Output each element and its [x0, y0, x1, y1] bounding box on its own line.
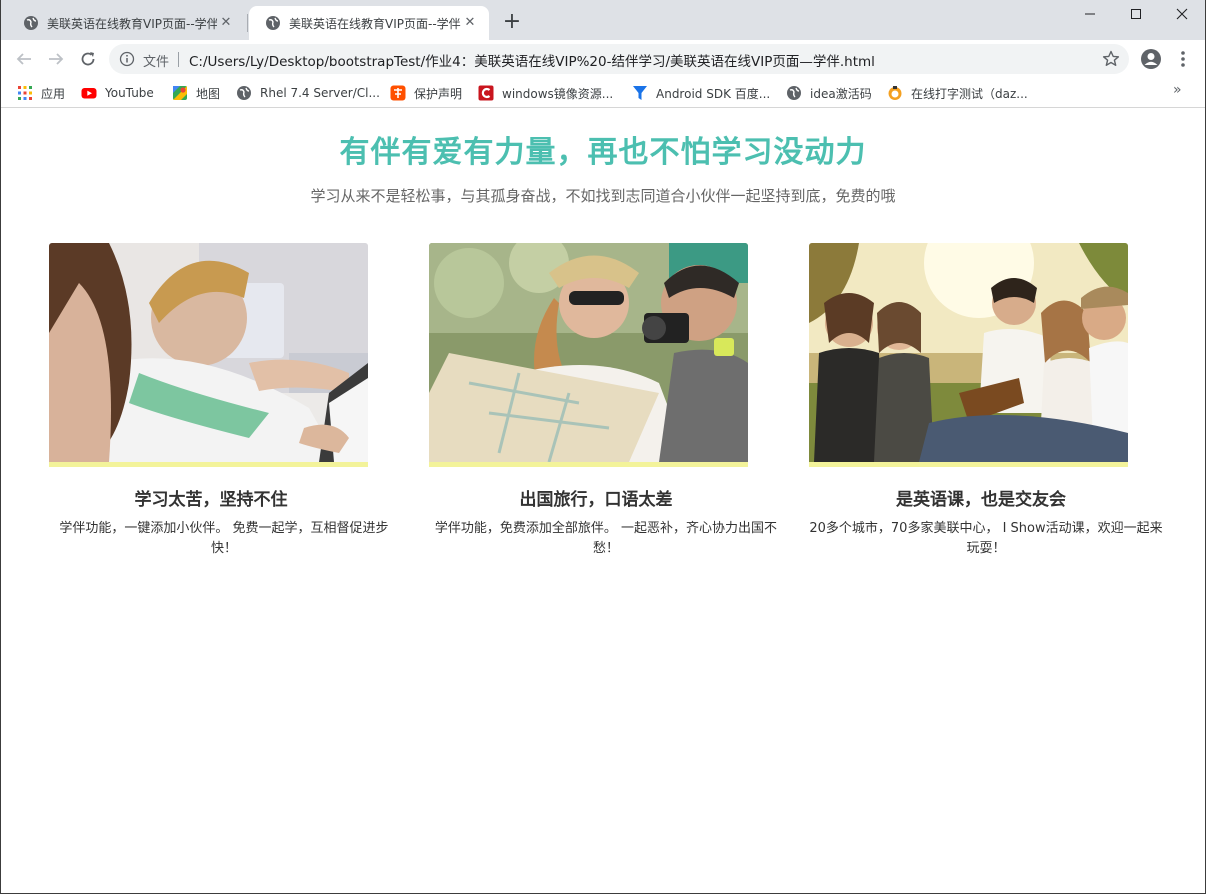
csdn-icon	[478, 85, 494, 101]
close-icon	[1176, 8, 1188, 20]
tab-title: 美联英语在线教育VIP页面--学伴	[289, 16, 461, 31]
browser-toolbar: 文件 C:/Users/Ly/Desktop/bootstrapTest/作业4…	[1, 40, 1205, 78]
study-photo	[49, 243, 368, 467]
kebab-menu-icon[interactable]	[1173, 47, 1193, 71]
bookmark-android-sdk[interactable]: Android SDK 百度...	[632, 82, 770, 104]
more-bookmarks-chevron-icon[interactable]: »	[1173, 82, 1182, 98]
back-arrow-icon	[16, 53, 31, 65]
address-bar[interactable]: 文件 C:/Users/Ly/Desktop/bootstrapTest/作业4…	[109, 44, 1129, 74]
tab-active[interactable]: 美联英语在线教育VIP页面--学伴 ✕	[249, 6, 489, 40]
page-content: 有伴有爱有力量，再也不怕学习没动力 学习从来不是轻松事，与其孤身奋战，不如找到志…	[1, 109, 1205, 893]
url-divider	[178, 52, 179, 67]
taobao-icon	[390, 85, 406, 101]
scheme-label: 文件	[143, 55, 170, 70]
maps-icon	[173, 86, 187, 100]
reload-icon	[81, 52, 95, 66]
close-tab-icon[interactable]: ✕	[217, 14, 235, 32]
card-title: 学习太苦，坚持不住	[134, 490, 288, 510]
minimize-icon	[1085, 13, 1095, 15]
forward-button[interactable]	[41, 44, 71, 74]
tab-inactive[interactable]: 美联英语在线教育VIP页面--学伴 ✕	[7, 6, 245, 40]
bookmark-label: 地图	[196, 86, 221, 101]
bookmark-star-icon[interactable]	[1101, 49, 1121, 69]
maximize-button[interactable]	[1113, 0, 1159, 28]
page-title: 有伴有爱有力量，再也不怕学习没动力	[339, 135, 867, 170]
maximize-icon	[1131, 9, 1141, 19]
bookmark-label: Android SDK 百度...	[656, 86, 771, 101]
bookmark-label: YouTube	[105, 86, 154, 100]
typing-test-icon	[888, 86, 902, 100]
bookmarks-bar: 应用 YouTube 地图 Rhel 7.4 Server/Cl... 保护声明…	[1, 78, 1205, 108]
card-title: 出国旅行，口语太差	[519, 490, 673, 510]
url-text[interactable]: C:/Users/Ly/Desktop/bootstrapTest/作业4：美联…	[189, 50, 875, 70]
info-icon[interactable]	[119, 51, 135, 67]
bookmark-privacy[interactable]: 保护声明	[390, 82, 462, 104]
bookmark-apps[interactable]: 应用	[17, 82, 65, 104]
card-description: 学伴功能，一键添加小伙伴。 免费一起学，互相督促进步快！	[59, 521, 389, 556]
bookmark-rhel[interactable]: Rhel 7.4 Server/Cl...	[236, 82, 380, 104]
card-description: 20多个城市，70多家美联中心， I Show活动课，欢迎一起来玩耍！	[809, 521, 1163, 556]
bookmark-maps[interactable]: 地图	[172, 82, 220, 104]
globe-icon	[24, 16, 38, 30]
bookmark-typing-test[interactable]: 在线打字测试（daz...	[887, 82, 1028, 104]
close-tab-icon[interactable]: ✕	[461, 14, 479, 32]
minimize-button[interactable]	[1067, 0, 1113, 28]
card-description: 学伴功能，免费添加全部旅伴。 一起恶补，齐心协力出国不愁！	[434, 521, 778, 556]
apps-grid-icon	[18, 86, 32, 100]
bookmark-youtube[interactable]: YouTube	[81, 82, 154, 104]
bookmark-label: 保护声明	[414, 86, 463, 101]
globe-icon	[237, 86, 251, 100]
browser-window: 美联英语在线教育VIP页面--学伴 ✕ 美联英语在线教育VIP页面--学伴 ✕ …	[0, 0, 1206, 894]
forward-arrow-icon	[49, 53, 64, 65]
close-window-button[interactable]	[1159, 0, 1205, 28]
youtube-icon	[81, 88, 97, 99]
bookmark-label: 应用	[41, 86, 66, 101]
tab-strip: 美联英语在线教育VIP页面--学伴 ✕ 美联英语在线教育VIP页面--学伴 ✕ …	[1, 0, 1205, 40]
bookmark-label: Rhel 7.4 Server/Cl...	[260, 86, 380, 100]
new-tab-button[interactable]: +	[499, 10, 525, 36]
globe-icon	[787, 86, 801, 100]
reload-button[interactable]	[73, 44, 103, 74]
friends-photo	[809, 243, 1128, 467]
card-title: 是英语课，也是交友会	[896, 490, 1066, 510]
profile-avatar-icon[interactable]	[1139, 47, 1163, 71]
bookmark-idea[interactable]: idea激活码	[786, 82, 872, 104]
back-button[interactable]	[9, 44, 39, 74]
bookmark-windows-images[interactable]: windows镜像资源...	[478, 82, 613, 104]
tab-title: 美联英语在线教育VIP页面--学伴	[47, 16, 217, 31]
travel-photo	[429, 243, 748, 467]
bookmark-label: 在线打字测试（daz...	[911, 86, 1028, 101]
funnel-icon	[633, 86, 647, 100]
tab-divider	[247, 14, 248, 32]
page-subtitle: 学习从来不是轻松事，与其孤身奋战，不如找到志同道合小伙伴一起坚持到底，免费的哦	[310, 187, 896, 205]
bookmark-label: windows镜像资源...	[502, 86, 614, 101]
bookmark-label: idea激活码	[810, 86, 872, 101]
globe-icon	[266, 16, 280, 30]
